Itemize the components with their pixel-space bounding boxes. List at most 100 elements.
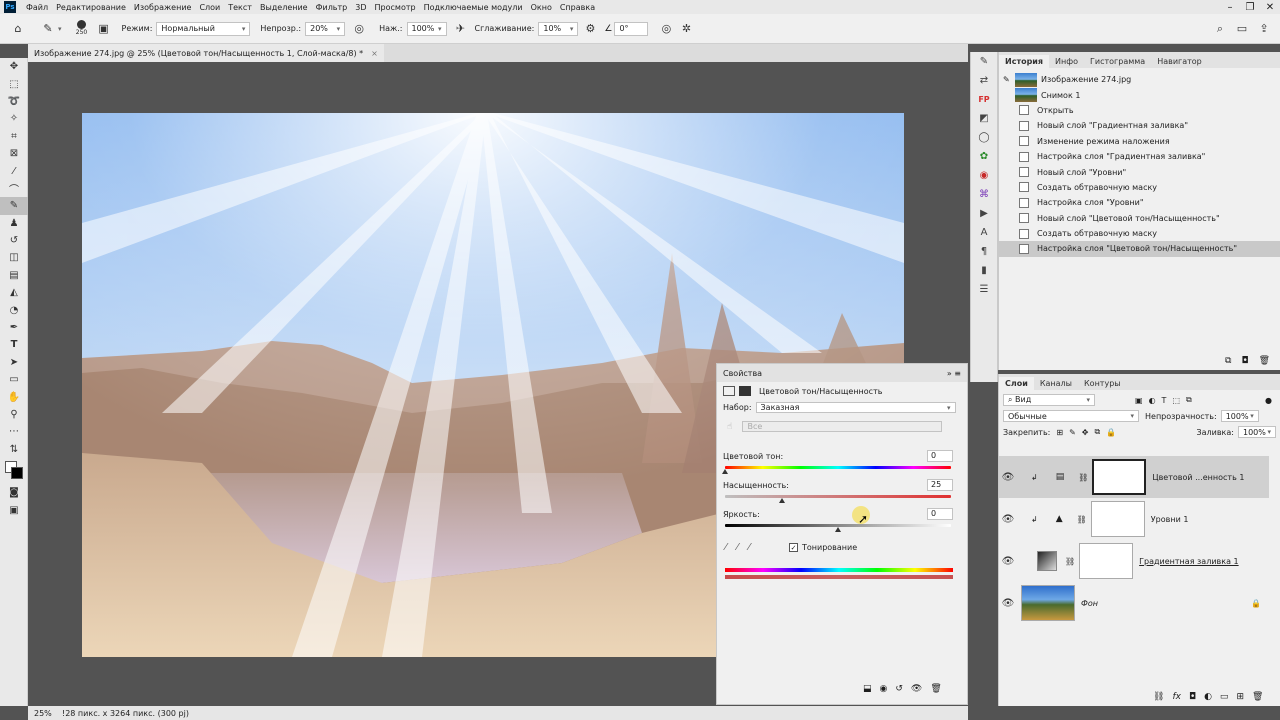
hue-slider-track[interactable] — [725, 466, 951, 469]
visibility-icon[interactable]: 👁 — [911, 684, 922, 694]
home-icon[interactable]: ⌂ — [10, 21, 26, 37]
airbrush-icon[interactable]: ✈ — [453, 21, 469, 37]
trash-icon[interactable]: 🗑 — [1252, 692, 1263, 702]
layer-row-hue-saturation[interactable]: 👁 ↲ ▤ ⛓ Цветовой ...енность 1 — [999, 456, 1269, 498]
shape-tool-icon[interactable]: ▭ — [0, 371, 28, 388]
filter-toggle-icon[interactable]: ● — [1265, 396, 1272, 405]
zoom-level[interactable]: 25% — [34, 709, 62, 718]
saturation-slider-track[interactable] — [725, 495, 951, 498]
gradient-fill-thumbnail[interactable] — [1037, 551, 1057, 571]
history-step[interactable]: Новый слой "Уровни" — [999, 164, 1280, 179]
menu-layers[interactable]: Слои — [195, 3, 224, 12]
panel-menu-icon[interactable]: » ≡ — [947, 369, 961, 378]
quick-mask-icon[interactable]: ◙ — [0, 484, 28, 501]
stamp-tool-icon[interactable]: ♟ — [0, 215, 28, 232]
filter-pixel-icon[interactable]: ▣ — [1135, 396, 1143, 405]
trash-icon[interactable]: 🗑 — [930, 684, 941, 694]
plugin-purple-icon[interactable]: ⌘ — [971, 185, 997, 203]
saturation-slider-thumb[interactable] — [778, 498, 785, 503]
link-layers-icon[interactable]: ⛓ — [1153, 692, 1164, 702]
pressure-size-icon[interactable]: ◎ — [658, 21, 674, 37]
history-snapshot[interactable]: Снимок 1 — [999, 87, 1280, 103]
lock-transparent-icon[interactable]: ⊞ — [1056, 428, 1063, 437]
menu-plugins[interactable]: Подключаемые модули — [420, 3, 527, 12]
hue-input[interactable]: 0 — [927, 450, 953, 462]
layer-name[interactable]: Градиентная заливка 1 — [1139, 557, 1238, 566]
properties-icon[interactable]: ☰ — [971, 280, 997, 298]
frame-tool-icon[interactable]: ⊠ — [0, 145, 28, 162]
visibility-eye-icon[interactable]: 👁 — [999, 514, 1017, 525]
lock-artboard-icon[interactable]: ⧉ — [1094, 427, 1100, 437]
screen-mode-icon[interactable]: ▣ — [0, 501, 28, 518]
camera-icon[interactable]: ◘ — [1241, 356, 1248, 366]
angle-field[interactable]: 0° — [614, 21, 649, 36]
edit-toolbar-icon[interactable]: ⇅ — [0, 441, 28, 458]
share-icon[interactable]: ⇪ — [1256, 21, 1272, 37]
quick-select-tool-icon[interactable]: ✧ — [0, 110, 28, 127]
menu-edit[interactable]: Редактирование — [52, 3, 130, 12]
gradient-tool-icon[interactable]: ▤ — [0, 267, 28, 284]
adjustment-icon[interactable] — [723, 386, 735, 396]
menu-select[interactable]: Выделение — [256, 3, 312, 12]
history-step[interactable]: Настройка слоя "Уровни" — [999, 195, 1280, 210]
marquee-tool-icon[interactable]: ⬚ — [0, 75, 28, 92]
fill-field[interactable]: 100% ▾ — [1238, 426, 1276, 438]
layer-row-levels[interactable]: 👁 ↲ ▲ ⛓ Уровни 1 — [999, 498, 1269, 540]
pen-tool-icon[interactable]: ✒ — [0, 319, 28, 336]
new-group-icon[interactable]: ▭ — [1220, 692, 1229, 702]
zoom-tool-icon[interactable]: ⚲ — [0, 406, 28, 423]
target-adjust-icon[interactable]: ☝ — [727, 422, 732, 432]
gear-icon[interactable]: ⚙ — [582, 21, 598, 37]
menu-image[interactable]: Изображение — [130, 3, 196, 12]
type-tool-icon[interactable]: T — [0, 336, 28, 353]
tab-layers[interactable]: Слои — [999, 377, 1034, 390]
add-mask-icon[interactable]: ◘ — [1189, 692, 1196, 702]
history-step[interactable]: Настройка слоя "Градиентная заливка" — [999, 149, 1280, 164]
menu-window[interactable]: Окно — [527, 3, 556, 12]
menu-help[interactable]: Справка — [556, 3, 599, 12]
actions-play-icon[interactable]: ▶ — [971, 204, 997, 222]
move-tool-icon[interactable]: ✥ — [0, 58, 28, 75]
plugin-circle-icon[interactable]: ◯ — [971, 128, 997, 146]
minimize-icon[interactable]: – — [1220, 2, 1240, 13]
hue-slider-thumb[interactable] — [722, 469, 728, 474]
mask-link-icon[interactable]: ⛓ — [1078, 473, 1088, 482]
filter-shape-icon[interactable]: ⬚ — [1172, 396, 1180, 405]
menu-3d[interactable]: 3D — [351, 3, 370, 12]
layer-opacity-field[interactable]: 100% ▾ — [1220, 410, 1259, 422]
layer-row-background[interactable]: 👁 Фон 🔒 — [999, 582, 1269, 624]
menu-view[interactable]: Просмотр — [371, 3, 420, 12]
plugin-flower-icon[interactable]: ✿ — [971, 147, 997, 165]
new-adjustment-icon[interactable]: ◐ — [1204, 692, 1212, 702]
layer-row-gradient-fill[interactable]: 👁 ⛓ Градиентная заливка 1 — [999, 540, 1269, 582]
menu-file[interactable]: Файл — [22, 3, 52, 12]
preset-select[interactable]: Заказная ▾ — [755, 402, 956, 413]
hand-tool-icon[interactable]: ✋ — [0, 388, 28, 405]
mode-select[interactable]: Нормальный ▾ — [156, 21, 251, 36]
tab-channels[interactable]: Каналы — [1034, 377, 1078, 390]
background-layer-thumbnail[interactable] — [1021, 585, 1075, 621]
filter-adjustment-icon[interactable]: ◐ — [1149, 396, 1156, 405]
layer-name[interactable]: Фон — [1081, 599, 1098, 608]
layer-filter-select[interactable]: ⌕ Вид ▾ — [1003, 394, 1095, 406]
brush-presets-icon[interactable]: ✎ — [971, 52, 997, 70]
smoothing-field[interactable]: 10% ▾ — [538, 21, 579, 36]
trash-icon[interactable]: 🗑 — [1259, 356, 1270, 366]
search-icon[interactable]: ⌕ — [1212, 21, 1228, 37]
tab-paths[interactable]: Контуры — [1078, 377, 1127, 390]
fp-plugin-icon[interactable]: FP — [971, 90, 997, 108]
document-tab[interactable]: Изображение 274.jpg @ 25% (Цветовой тон/… — [28, 44, 384, 62]
opacity-field[interactable]: 20% ▾ — [305, 21, 346, 36]
tab-histogram[interactable]: Гистограмма — [1084, 55, 1151, 68]
tab-navigator[interactable]: Навигатор — [1151, 55, 1208, 68]
pressure-opacity-icon[interactable]: ◎ — [351, 21, 367, 37]
lock-all-icon[interactable]: 🔒 — [1106, 428, 1116, 437]
tab-info[interactable]: Инфо — [1049, 55, 1084, 68]
history-step[interactable]: Создать обтравочную маску — [999, 180, 1280, 195]
visibility-eye-icon[interactable]: 👁 — [999, 472, 1017, 483]
eyedropper-tool-icon[interactable]: ⁄ — [0, 162, 28, 179]
layer-mask-thumbnail[interactable] — [1079, 543, 1134, 579]
lasso-tool-icon[interactable]: ➰ — [0, 93, 28, 110]
menu-type[interactable]: Текст — [224, 3, 256, 12]
restore-icon[interactable]: ❐ — [1240, 2, 1260, 13]
